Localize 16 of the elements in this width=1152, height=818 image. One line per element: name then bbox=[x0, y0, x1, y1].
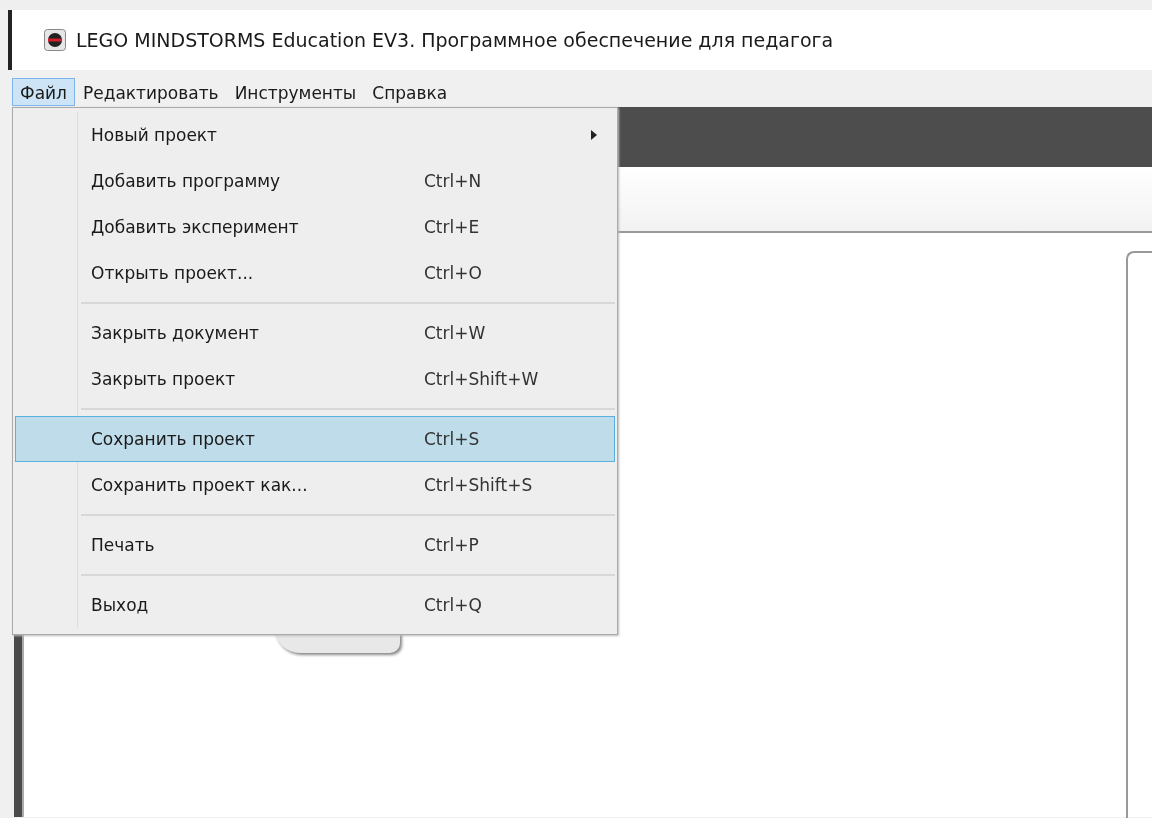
menu-bar-item[interactable]: Редактировать bbox=[74, 78, 227, 106]
menu-item[interactable]: Закрыть проект Ctrl+Shift+W bbox=[15, 356, 615, 402]
menu-item[interactable]: Сохранить проект как... Ctrl+Shift+S bbox=[15, 462, 615, 508]
menu-bar-item[interactable]: Файл bbox=[12, 78, 75, 106]
menu-bar-item[interactable]: Справка bbox=[364, 78, 456, 106]
menu-item[interactable]: Открыть проект... Ctrl+O bbox=[15, 250, 615, 296]
menu-item[interactable]: Печать Ctrl+P bbox=[15, 522, 615, 568]
menu-item[interactable]: Выход Ctrl+Q bbox=[15, 582, 615, 628]
menu-bar-item[interactable]: Инструменты bbox=[226, 78, 365, 106]
app-icon bbox=[44, 29, 66, 51]
menu-item[interactable]: Добавить программу Ctrl+N bbox=[15, 158, 615, 204]
menu-item[interactable]: Новый проект bbox=[15, 112, 615, 158]
window-title: LEGO MINDSTORMS Education EV3. Программное обеспечение для педагога bbox=[76, 29, 834, 51]
menu-item[interactable]: Закрыть документ Ctrl+W bbox=[15, 310, 615, 356]
menu-item[interactable]: Добавить эксперимент Ctrl+E bbox=[15, 204, 615, 250]
menu-item[interactable]: Сохранить проект Ctrl+S bbox=[15, 416, 615, 462]
